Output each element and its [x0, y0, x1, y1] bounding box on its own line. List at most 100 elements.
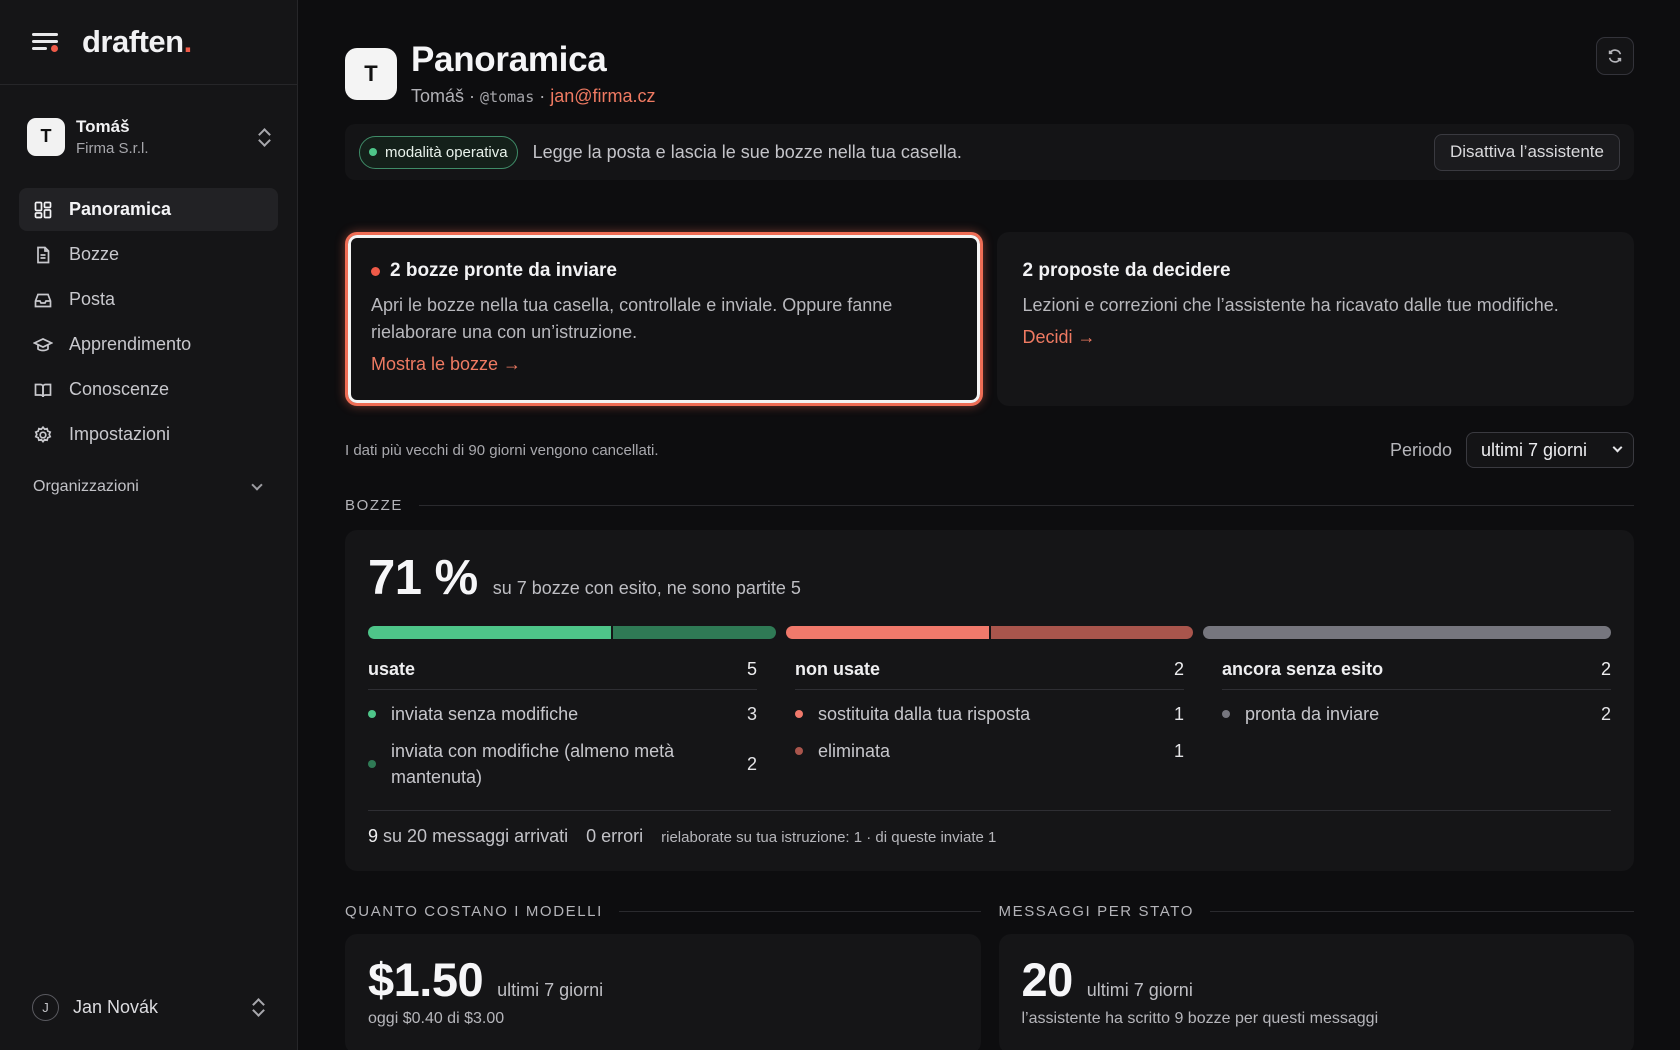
- brand-name: draften: [82, 24, 184, 59]
- page-subtitle: Tomáš · @tomas · jan@firma.cz: [411, 86, 656, 107]
- sidebar-item-bozze[interactable]: Bozze: [19, 233, 278, 276]
- column-not-used: non usate 2 sostituita dalla tua risposta…: [795, 659, 1184, 790]
- sidebar-item-conoscenze[interactable]: Conoscenze: [19, 368, 278, 411]
- sidebar-item-panoramica[interactable]: Panoramica: [19, 188, 278, 231]
- column-count: 2: [1600, 659, 1611, 679]
- costs-period: ultimi 7 giorni: [497, 980, 604, 1000]
- account-switcher[interactable]: T Tomáš Firma S.r.l.: [0, 85, 297, 188]
- chevron-down-icon: [251, 478, 263, 491]
- legend-dot: [368, 760, 376, 768]
- list-item: eliminata 1: [795, 738, 1184, 764]
- action-cards: 2 bozze pronte da inviare Apri le bozze …: [345, 232, 1634, 406]
- messages-card: 20 ultimi 7 giorni l’assistente ha scrit…: [998, 934, 1634, 1050]
- column-label: ancora senza esito: [1222, 659, 1384, 679]
- column-label: non usate: [795, 659, 881, 679]
- dashboard-icon: [33, 200, 53, 220]
- proposals-card: 2 proposte da decidere Lezioni e correzi…: [996, 232, 1634, 406]
- section-title-messages: MESSAGGI PER STATO: [999, 902, 1635, 920]
- row-label: inviata con modifiche (almeno metà mante…: [391, 741, 675, 787]
- messages-summary: 20 ultimi 7 giorni: [1022, 952, 1612, 1008]
- arrived-count: 9: [368, 826, 379, 846]
- sidebar-item-label: Apprendimento: [69, 334, 192, 354]
- drafts-summary: 71 % su 7 bozze con esito, ne sono parti…: [368, 550, 1611, 610]
- reworked-stats: rielaborate su tua istruzione: 1 · di qu…: [661, 829, 997, 846]
- column-pending: ancora senza esito 2 pronta da inviare 2: [1222, 659, 1611, 790]
- bar-segment: [785, 626, 989, 639]
- card-text: Lezioni e correzioni che l’assistente ha…: [1022, 295, 1559, 315]
- user-menu[interactable]: J Jan Novák: [0, 964, 297, 1050]
- profile-name: Tomáš: [411, 86, 465, 106]
- bar-group: [1203, 626, 1612, 639]
- separator: ·: [539, 86, 546, 106]
- section-title-drafts: BOZZE: [345, 496, 1634, 514]
- refresh-icon: [1608, 49, 1622, 63]
- mode-badge: modalità operativa: [359, 135, 518, 169]
- separator: ·: [469, 86, 476, 106]
- brand-header: draften.: [0, 0, 297, 85]
- card-text: Apri le bozze nella tua casella, control…: [371, 295, 893, 342]
- organizations-group-toggle[interactable]: Organizzazioni: [0, 468, 297, 506]
- column-count: 5: [746, 659, 757, 679]
- bottom-sections: QUANTO COSTANO I MODELLI $1.50 ultimi 7 …: [345, 902, 1634, 1050]
- column-header: ancora senza esito 2: [1222, 659, 1611, 690]
- document-icon: [33, 245, 53, 265]
- show-drafts-link[interactable]: Mostra le bozze →: [371, 354, 521, 375]
- deactivate-assistant-button[interactable]: Disattiva l’assistente: [1433, 133, 1620, 171]
- row-count: 3: [746, 704, 757, 724]
- sidebar-item-posta[interactable]: Posta: [19, 278, 278, 321]
- drafts-summary-text: su 7 bozze con esito, ne sono partite 5: [492, 578, 801, 598]
- card-title: 2 proposte da decidere: [1023, 260, 1609, 282]
- arrived-text: su 20 messaggi arrivati: [383, 826, 569, 846]
- period-select[interactable]: ultimi 7 giorni: [1466, 432, 1634, 468]
- costs-summary: $1.50 ultimi 7 giorni: [368, 952, 958, 1008]
- section-title-costs: QUANTO COSTANO I MODELLI: [345, 902, 981, 920]
- row-count: 2: [1600, 704, 1611, 724]
- alert-dot: [371, 266, 380, 276]
- drafts-stats-card: 71 % su 7 bozze con esito, ne sono parti…: [345, 530, 1634, 871]
- gear-icon: [33, 425, 53, 445]
- legend-dot: [795, 710, 803, 718]
- sidebar-item-label: Bozze: [69, 244, 120, 264]
- section-title-text: QUANTO COSTANO I MODELLI: [345, 902, 603, 920]
- section-title-text: MESSAGGI PER STATO: [998, 902, 1194, 920]
- row-label: pronta da inviare: [1245, 704, 1380, 724]
- row-count: 2: [746, 754, 757, 774]
- card-title-text: 2 proposte da decidere: [1022, 260, 1231, 281]
- messages-note: l’assistente ha scritto 9 bozze per ques…: [1021, 1010, 1379, 1027]
- card-title: 2 bozze pronte da inviare: [371, 260, 957, 282]
- bar-segment: [368, 626, 612, 639]
- main-content: T Panoramica Tomáš · @tomas · jan@firma.…: [345, 0, 1634, 1050]
- row-label: inviata senza modifiche: [391, 704, 579, 724]
- sidebar-item-apprendimento[interactable]: Apprendimento: [19, 323, 278, 366]
- user-name: Jan Novák: [73, 996, 159, 1017]
- messages-count: 20: [1021, 953, 1074, 1006]
- outcome-bar: [368, 626, 1612, 639]
- decide-link[interactable]: Decidi →: [1023, 327, 1096, 348]
- profile-email-link[interactable]: jan@firma.cz: [550, 86, 655, 106]
- list-item: sostituita dalla tua risposta 1: [795, 701, 1184, 727]
- menu-icon[interactable]: [32, 31, 60, 53]
- graduation-cap-icon: [33, 335, 53, 355]
- chevron-down-icon: [1612, 442, 1623, 453]
- brand-dot: .: [183, 24, 193, 59]
- row-count: 1: [1173, 704, 1184, 724]
- costs-section: QUANTO COSTANO I MODELLI $1.50 ultimi 7 …: [345, 902, 981, 1050]
- bar-segment: [613, 626, 776, 639]
- list-item: inviata con modifiche (almeno metà mante…: [368, 738, 757, 790]
- column-used: usate 5 inviata senza modifiche 3 inviata …: [368, 659, 757, 790]
- account-info: Tomáš Firma S.r.l.: [76, 117, 257, 157]
- legend-dot: [1222, 710, 1230, 718]
- account-name: Tomáš: [76, 116, 130, 136]
- legend-dot: [368, 710, 376, 718]
- sidebar-item-impostazioni[interactable]: Impostazioni: [19, 413, 278, 456]
- chevron-up-down-icon: [251, 997, 265, 1017]
- costs-card: $1.50 ultimi 7 giorni oggi $0.40 di $3.0…: [345, 934, 981, 1050]
- sidebar: draften. T Tomáš Firma S.r.l. Panoramica…: [0, 0, 298, 1050]
- errors-count: 0 errori: [586, 826, 644, 846]
- messages-period: ultimi 7 giorni: [1086, 980, 1193, 1000]
- refresh-button[interactable]: [1596, 37, 1634, 75]
- account-avatar: T: [27, 117, 65, 156]
- account-org: Firma S.r.l.: [76, 139, 149, 157]
- brand-logo[interactable]: draften.: [82, 24, 192, 60]
- bar-segment: [990, 626, 1194, 639]
